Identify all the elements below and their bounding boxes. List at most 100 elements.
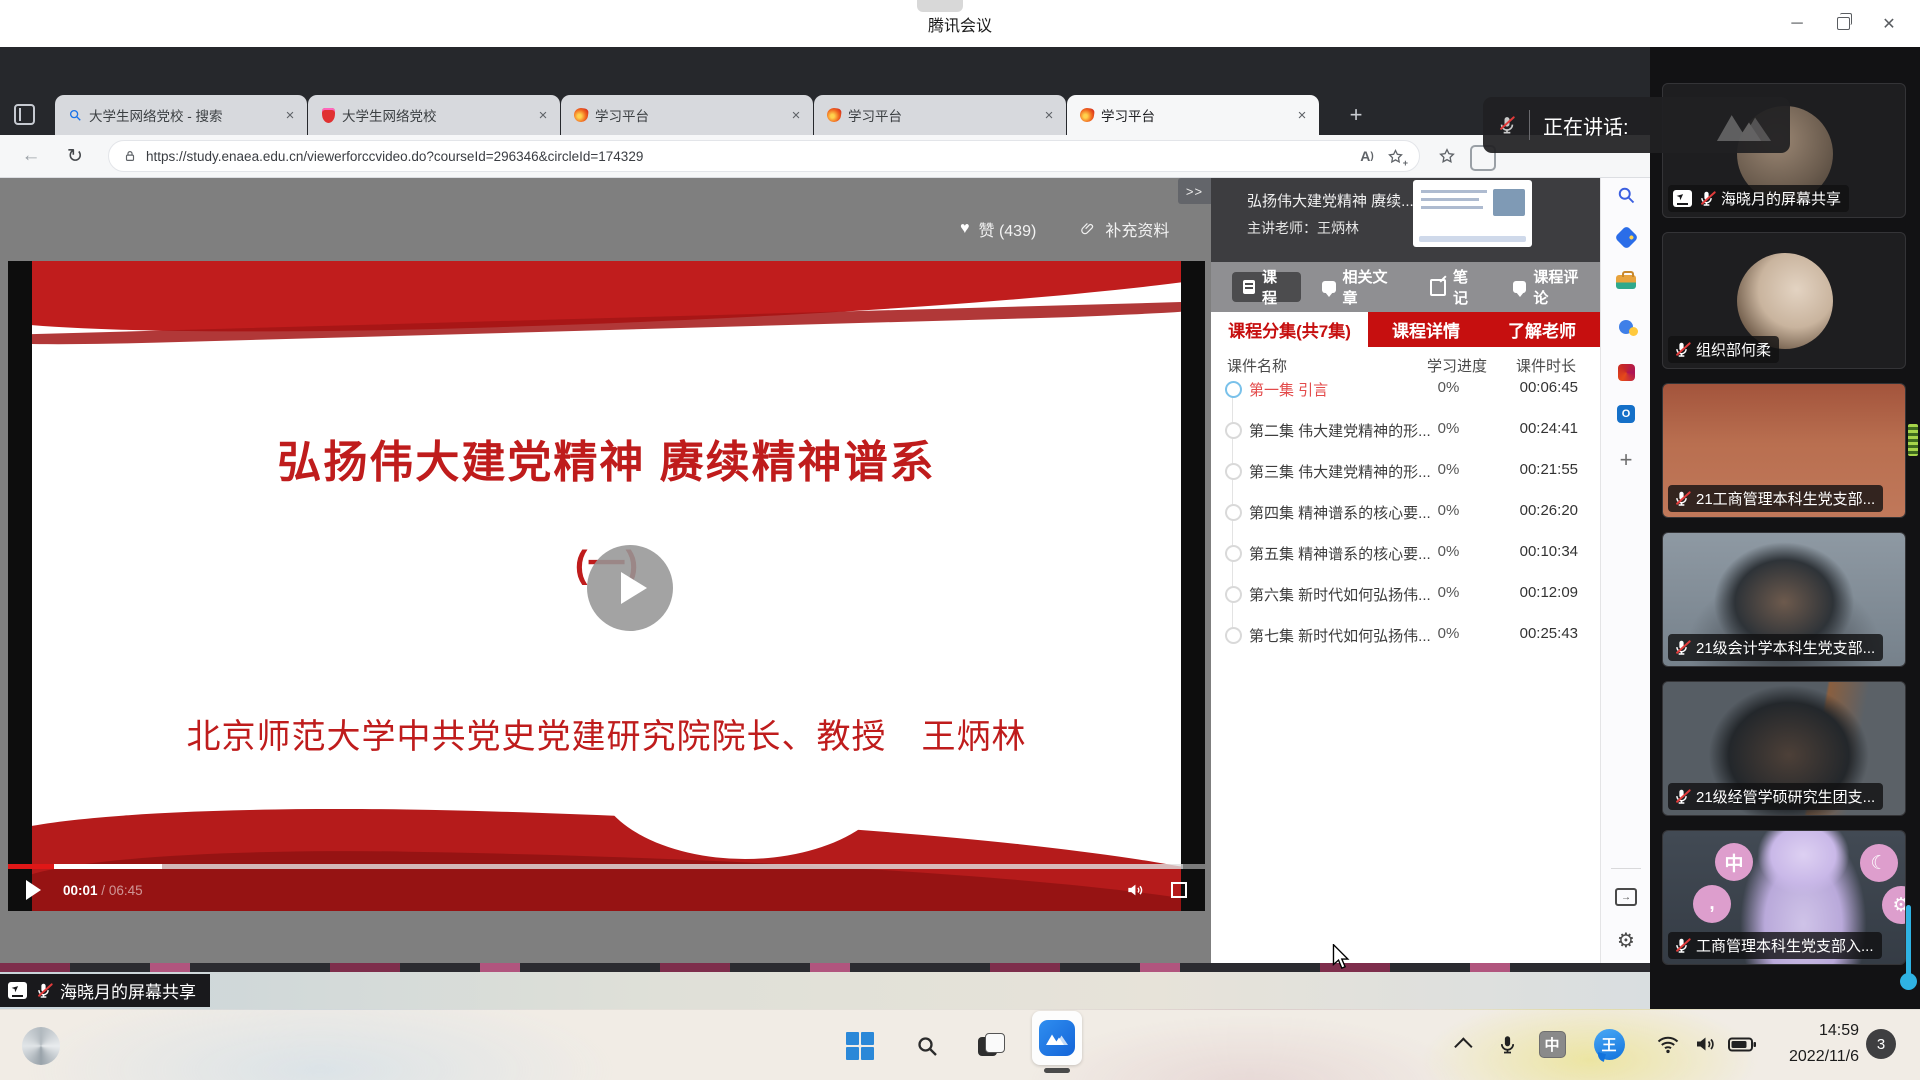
task-view-icon[interactable] bbox=[972, 1027, 1010, 1065]
tray-time: 14:59 bbox=[1775, 1018, 1859, 1044]
subtab-episodes[interactable]: 课程分集(共7集) bbox=[1211, 312, 1368, 347]
episode-row[interactable]: 第二集 伟大建党精神的形... 0% 00:24:41 bbox=[1211, 418, 1600, 448]
tab-related-articles[interactable]: 相关文章 bbox=[1311, 272, 1409, 302]
start-button[interactable] bbox=[841, 1027, 879, 1065]
thumb-photo bbox=[1493, 189, 1525, 216]
play-button[interactable] bbox=[26, 880, 41, 900]
episode-row[interactable]: 第四集 精神谱系的核心要... 0% 00:26:20 bbox=[1211, 500, 1600, 530]
tab-close-icon[interactable]: × bbox=[1293, 106, 1311, 124]
sidebar-shopping-icon[interactable] bbox=[1614, 225, 1638, 249]
tray-mic-icon[interactable] bbox=[1489, 1026, 1525, 1062]
tab-course[interactable]: 课程 bbox=[1232, 272, 1301, 302]
episode-row[interactable]: 第三集 伟大建党精神的形... 0% 00:21:55 bbox=[1211, 459, 1600, 489]
taskbar-search-icon[interactable] bbox=[908, 1027, 946, 1065]
participant-tile[interactable]: 21级经管学硕研究生团支... bbox=[1662, 681, 1906, 816]
browser-tab-3[interactable]: 学习平台 × bbox=[561, 95, 813, 135]
sidebar-tools-icon[interactable] bbox=[1614, 270, 1638, 294]
browser-tab-2[interactable]: 大学生网络党校 × bbox=[308, 95, 560, 135]
tab-actions-button[interactable] bbox=[14, 104, 40, 128]
participant-tile[interactable]: 21工商管理本科生党支部... bbox=[1662, 383, 1906, 518]
thumb-line bbox=[1421, 206, 1483, 209]
address-bar[interactable]: https://study.enaea.edu.cn/viewerforccvi… bbox=[108, 140, 1420, 172]
episode-row[interactable]: 第六集 新时代如何弘扬伟... 0% 00:12:09 bbox=[1211, 582, 1600, 612]
collapse-panel-button[interactable]: >> bbox=[1178, 178, 1211, 204]
video-player[interactable]: 弘扬伟大建党精神 赓续精神谱系 (一) 北京师范大学中共党史党建研究院院长、教授… bbox=[8, 261, 1205, 911]
tab-close-icon[interactable]: × bbox=[534, 106, 552, 124]
course-thumbnail[interactable] bbox=[1413, 180, 1532, 247]
participant-tile[interactable]: 21级会计学本科生党支部... bbox=[1662, 532, 1906, 667]
subtab-teacher[interactable]: 了解老师 bbox=[1484, 312, 1600, 347]
tab-notes[interactable]: 笔记 bbox=[1419, 272, 1491, 302]
avatar-moon-button[interactable]: ☾ bbox=[1860, 844, 1898, 882]
course-panel: 弘扬伟大建党精神 赓续... 主讲老师：王炳林 课程 相关文章 笔记 bbox=[1211, 178, 1600, 963]
volume-icon[interactable] bbox=[1125, 880, 1145, 900]
episode-radio[interactable] bbox=[1225, 545, 1242, 562]
mic-muted-icon bbox=[35, 982, 52, 999]
tray-wifi-icon[interactable] bbox=[1650, 1026, 1686, 1062]
panel-scroll-indicator[interactable] bbox=[1906, 905, 1911, 979]
taskbar-corner-logo[interactable] bbox=[22, 1027, 60, 1065]
episode-row[interactable]: 第七集 新时代如何弘扬伟... 0% 00:25:43 bbox=[1211, 623, 1600, 653]
sidebar-games-icon[interactable] bbox=[1614, 315, 1638, 339]
restore-button[interactable] bbox=[1820, 4, 1866, 44]
back-button[interactable]: ← bbox=[14, 135, 48, 177]
tab-close-icon[interactable]: × bbox=[787, 106, 805, 124]
supplementary-material-link[interactable]: 补充资料 bbox=[1105, 217, 1169, 241]
avatar-language-button[interactable]: 中 bbox=[1715, 843, 1753, 881]
read-aloud-icon[interactable]: A) bbox=[1353, 142, 1381, 170]
refresh-button[interactable]: ↻ bbox=[58, 135, 92, 177]
add-favorite-icon[interactable]: + bbox=[1381, 142, 1409, 170]
sidebar-panel-icon[interactable]: → bbox=[1614, 885, 1638, 909]
participant-tile-virtual-avatar[interactable]: 中 ☾ , ⚙ 工商管理本科生党支部入... bbox=[1662, 830, 1906, 965]
play-overlay-button[interactable] bbox=[587, 545, 673, 631]
tray-battery-icon[interactable] bbox=[1724, 1026, 1760, 1062]
episode-radio[interactable] bbox=[1225, 504, 1242, 521]
sidebar-add-icon[interactable]: + bbox=[1614, 448, 1638, 472]
panel-scrollbar-thumb[interactable] bbox=[1908, 424, 1918, 456]
close-button[interactable]: ✕ bbox=[1866, 4, 1912, 44]
tab-course-comments[interactable]: 课程评论 bbox=[1502, 272, 1600, 302]
browser-tab-1[interactable]: 大学生网络党校 - 搜索 × bbox=[55, 95, 307, 135]
sidebar-outlook-icon[interactable]: O bbox=[1614, 402, 1638, 426]
sidebar-office-icon[interactable] bbox=[1614, 360, 1638, 384]
episode-radio[interactable] bbox=[1225, 463, 1242, 480]
browser-tab-4[interactable]: 学习平台 × bbox=[814, 95, 1066, 135]
desktop-strip bbox=[0, 972, 1650, 1009]
like-count[interactable]: 赞 (439) bbox=[979, 217, 1037, 241]
tab-close-icon[interactable]: × bbox=[281, 106, 299, 124]
new-tab-button[interactable]: + bbox=[1342, 101, 1370, 129]
mic-muted-icon bbox=[1673, 639, 1690, 656]
heart-icon[interactable]: ♥ bbox=[960, 220, 970, 238]
episode-radio[interactable] bbox=[1225, 627, 1242, 644]
favorites-icon[interactable] bbox=[1432, 142, 1462, 170]
episode-radio[interactable] bbox=[1225, 422, 1242, 439]
sidebar-settings-icon[interactable]: ⚙ bbox=[1614, 928, 1638, 952]
sidebar-search-icon[interactable] bbox=[1614, 183, 1638, 207]
panel-scroll-handle[interactable] bbox=[1900, 973, 1917, 990]
tray-chevron-icon[interactable] bbox=[1447, 1026, 1483, 1062]
participant-tile[interactable]: 组织部何柔 bbox=[1662, 232, 1906, 369]
plus-glyph: + bbox=[1403, 158, 1408, 168]
notification-badge[interactable]: 3 bbox=[1866, 1029, 1896, 1059]
episode-radio[interactable] bbox=[1225, 586, 1242, 603]
participant-name-chip: 21工商管理本科生党支部... bbox=[1668, 485, 1883, 512]
taskbar-clock[interactable]: 14:59 2022/11/6 bbox=[1775, 1018, 1859, 1070]
tab-close-icon[interactable]: × bbox=[1040, 106, 1058, 124]
browser-tab-5-active[interactable]: 学习平台 × bbox=[1067, 95, 1319, 135]
tab-title: 大学生网络党校 bbox=[342, 105, 528, 125]
course-teacher: 主讲老师：王炳林 bbox=[1247, 218, 1359, 238]
course-header: 弘扬伟大建党精神 赓续... 主讲老师：王炳林 bbox=[1211, 178, 1600, 262]
fullscreen-icon[interactable] bbox=[1171, 882, 1187, 898]
tencent-meeting-taskbar-icon[interactable] bbox=[1032, 1011, 1082, 1065]
tray-volume-icon[interactable] bbox=[1687, 1026, 1723, 1062]
tray-qq-icon[interactable]: 王 bbox=[1591, 1026, 1627, 1062]
video-controls: 00:01 / 06:45 bbox=[8, 869, 1205, 911]
episode-radio-selected[interactable] bbox=[1225, 381, 1242, 398]
lock-icon bbox=[123, 149, 137, 163]
subtab-details[interactable]: 课程详情 bbox=[1368, 312, 1484, 347]
episode-row[interactable]: 第一集 引言 0% 00:06:45 bbox=[1211, 377, 1600, 407]
episode-row[interactable]: 第五集 精神谱系的核心要... 0% 00:10:34 bbox=[1211, 541, 1600, 571]
avatar-voice-button[interactable]: , bbox=[1693, 885, 1731, 923]
tray-ime-icon[interactable]: 中 bbox=[1534, 1026, 1570, 1062]
minimize-button[interactable]: ─ bbox=[1774, 4, 1820, 44]
